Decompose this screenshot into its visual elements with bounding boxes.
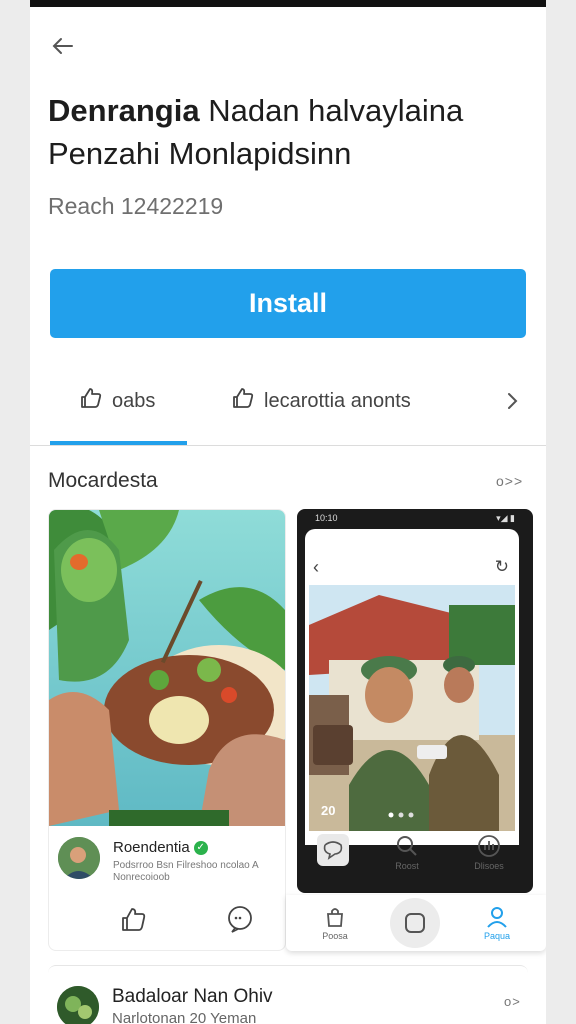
- post-author: Badaloar Nan Ohiv: [112, 986, 273, 1007]
- post-meta: Narlotonan 20 Yeman: [112, 1010, 257, 1024]
- search-icon: [394, 836, 420, 861]
- status-bar: [30, 0, 546, 7]
- tab-bar: oabs lecarottia anonts: [30, 367, 546, 446]
- bag-icon: [323, 908, 347, 931]
- photo-count: 20: [321, 803, 336, 818]
- chat-icon: [316, 834, 350, 869]
- tab-label: oabs: [112, 389, 156, 412]
- verified-icon: ✓: [193, 840, 208, 855]
- food-photo: [49, 510, 285, 826]
- phone-preview: 10:10 ▾◢ ▮ ‹ ↻ 20 Roost Dlisoes: [297, 509, 533, 893]
- more-link[interactable]: o>: [504, 994, 521, 1009]
- like-tab-icon: [78, 385, 104, 417]
- phone-status-bar: 10:10 ▾◢ ▮: [315, 513, 515, 523]
- post-card[interactable]: Roendentia ✓ Podsrroo Bsn Filreshoo ncol…: [48, 509, 286, 951]
- avatar[interactable]: [57, 986, 99, 1024]
- phone-nav-chat[interactable]: [303, 833, 363, 869]
- page-title: Denrangia Nadan halvaylaina Penzahi Monl…: [48, 93, 464, 171]
- section-title: Mocardesta: [48, 469, 158, 492]
- back-arrow-icon[interactable]: [48, 31, 78, 61]
- chevron-right-icon[interactable]: [500, 389, 524, 413]
- people-photo: [309, 585, 515, 831]
- tab-label: lecarottia anonts: [264, 389, 411, 412]
- post-subtext: Podsrroo Bsn Filreshoo ncolao A Nonrecoi…: [113, 860, 259, 883]
- reach-count: Reach 12422219: [48, 193, 224, 219]
- like-icon[interactable]: [119, 904, 149, 934]
- share-tab-icon: [230, 385, 256, 417]
- tab-lecarottia-anonts[interactable]: lecarottia anonts: [230, 385, 411, 417]
- bottom-nav-profile[interactable]: Paqua: [472, 905, 522, 941]
- chart-icon: [476, 835, 502, 861]
- bottom-nav: Poosa Paqua: [286, 895, 546, 951]
- signal-icon: ▾◢ ▮: [496, 513, 515, 523]
- phone-nav: Roost Dlisoes: [297, 827, 533, 887]
- avatar[interactable]: [58, 837, 100, 879]
- install-button[interactable]: Install: [50, 269, 526, 338]
- post-card[interactable]: Badaloar Nan Ohiv Narlotonan 20 Yeman o>: [48, 965, 528, 1024]
- home-button[interactable]: [390, 898, 440, 948]
- app-sheet: Denrangia Nadan halvaylaina Penzahi Monl…: [30, 7, 546, 1024]
- phone-screen: ‹ ↻ 20: [305, 529, 519, 845]
- active-tab-indicator: [50, 441, 187, 445]
- profile-icon: [485, 907, 509, 931]
- post-author: Roendentia ✓: [113, 839, 208, 856]
- section-more-link[interactable]: o>>: [496, 473, 523, 489]
- carousel-dots: [387, 805, 427, 818]
- tab-oabs[interactable]: oabs: [78, 385, 155, 417]
- back-chevron-icon[interactable]: ‹: [313, 557, 319, 578]
- phone-nav-search[interactable]: Roost: [377, 833, 437, 871]
- refresh-icon[interactable]: ↻: [495, 557, 509, 577]
- bottom-nav-home[interactable]: Poosa: [310, 905, 360, 941]
- phone-nav-discover[interactable]: Dlisoes: [459, 833, 519, 871]
- comment-icon[interactable]: [225, 904, 255, 934]
